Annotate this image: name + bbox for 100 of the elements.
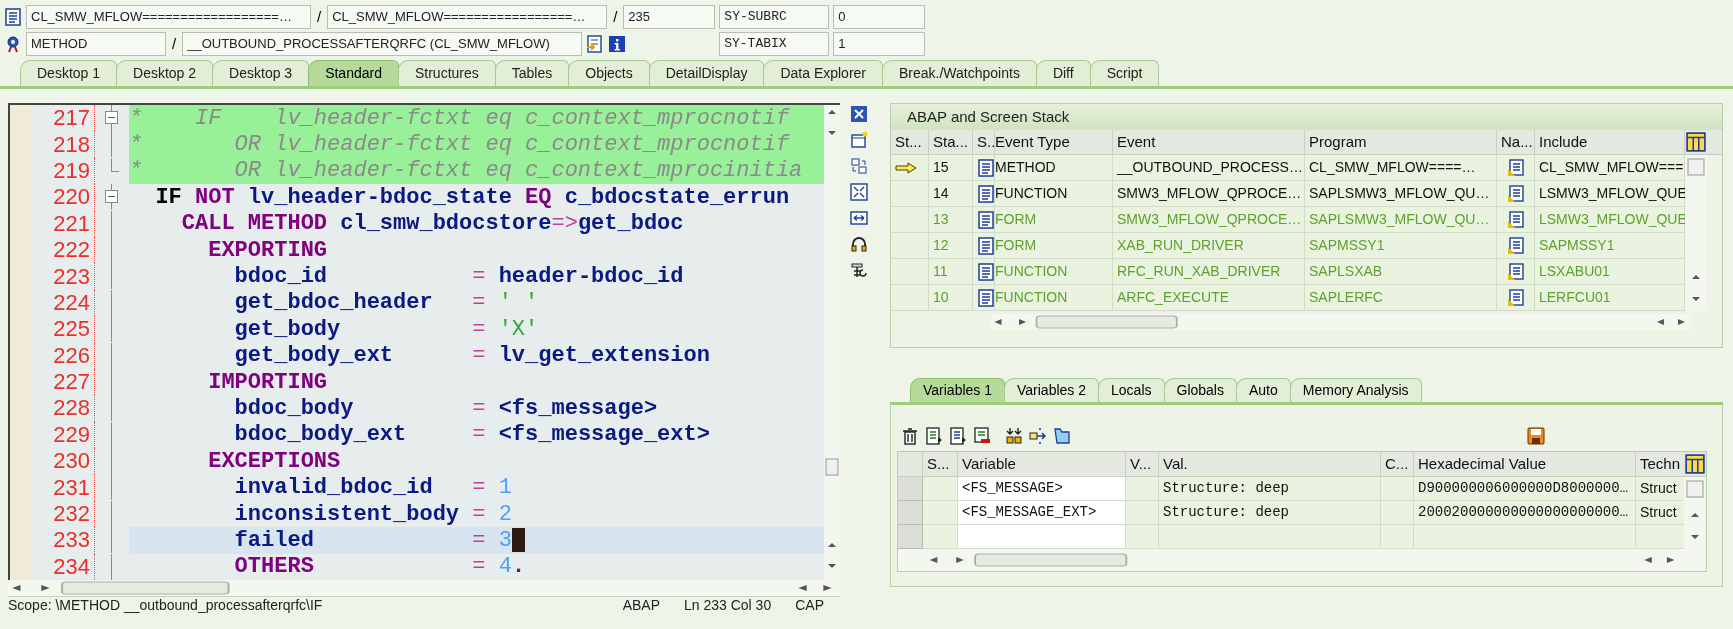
table-cell: Struct — [1636, 501, 1684, 525]
line-number: 232 — [52, 503, 91, 526]
tab[interactable]: Standard — [308, 60, 399, 86]
document-icon[interactable] — [949, 427, 967, 445]
table-cell: <FS_MESSAGE_EXT> — [958, 501, 1126, 525]
text-field[interactable]: SY-TABIX — [719, 32, 830, 56]
code-line: EXCEPTIONS — [207, 448, 342, 475]
table-cell: FUNCTION — [995, 285, 1113, 311]
tab[interactable]: Memory Analysis — [1289, 378, 1422, 402]
line-number: 226 — [52, 344, 91, 367]
code-line: bdoc_id = header-bdoc_id — [233, 263, 685, 290]
headset-icon[interactable] — [850, 235, 868, 253]
new-window-icon[interactable] — [850, 131, 868, 149]
line-number: 229 — [52, 423, 91, 446]
arrow-icon — [895, 161, 917, 174]
close-icon[interactable] — [850, 105, 868, 123]
tab[interactable]: Objects — [568, 60, 650, 86]
table-cell — [1636, 525, 1684, 549]
table-cell: ARFC_EXECUTE — [1113, 285, 1305, 311]
width-icon[interactable] — [850, 209, 868, 227]
tab[interactable]: DetailDisplay — [648, 60, 765, 86]
info-icon[interactable] — [608, 35, 627, 53]
sort-icon[interactable] — [1005, 427, 1023, 445]
text-field[interactable]: SY-SUBRC — [719, 5, 830, 29]
tab[interactable]: Structures — [397, 60, 496, 86]
horizontal-scrollbar[interactable] — [8, 580, 840, 597]
table-cell: <FS_MESSAGE> — [958, 477, 1126, 501]
column-header[interactable]: Techn — [1636, 452, 1684, 476]
column-header[interactable]: Hexadecimal Value — [1414, 452, 1636, 476]
scope-status: Scope: \METHOD __outbound_processafterqrfc\IF — [8, 596, 323, 616]
collapse-icon[interactable] — [105, 184, 118, 211]
swap-icon[interactable] — [850, 157, 868, 175]
document-icon — [977, 158, 995, 177]
column-header[interactable]: Program — [1305, 130, 1497, 154]
tab[interactable]: Data Explorer — [763, 60, 883, 86]
column-header[interactable]: Sta... — [929, 130, 973, 154]
text-field[interactable]: 1 — [833, 32, 926, 56]
column-header[interactable]: Variable — [958, 452, 1126, 476]
text-field[interactable]: 0 — [833, 5, 926, 29]
code-line: bdoc_body_ext = <fs_message_ext> — [233, 421, 711, 449]
tab[interactable]: Auto — [1235, 378, 1291, 402]
code-editor[interactable] — [8, 103, 840, 581]
tab[interactable]: Desktop 2 — [116, 60, 214, 86]
table-cell: Structure: deep — [1159, 477, 1381, 501]
tab[interactable]: Desktop 1 — [20, 60, 118, 86]
column-header[interactable]: S... — [923, 452, 958, 476]
collapse-icon[interactable] — [105, 105, 118, 131]
vertical-scrollbar[interactable] — [824, 105, 840, 580]
vertical-scrollbar[interactable] — [1685, 155, 1707, 311]
separator-slash: / — [612, 6, 619, 27]
text-field[interactable]: METHOD — [26, 32, 166, 56]
separator-slash: / — [171, 33, 178, 54]
code-line: invalid_bdoc_id = 1 — [233, 474, 513, 501]
move-icon[interactable] — [1029, 427, 1047, 445]
text-field[interactable]: 235 — [623, 5, 716, 29]
document-icon — [977, 288, 995, 307]
document-icon[interactable] — [925, 427, 943, 445]
horizontal-scrollbar[interactable] — [991, 314, 1692, 330]
line-number: 223 — [52, 265, 91, 288]
column-header[interactable]: S.. — [973, 130, 995, 154]
tab[interactable]: Globals — [1163, 378, 1237, 402]
tab[interactable]: Script — [1089, 60, 1160, 86]
document-icon — [977, 236, 995, 255]
cursor-position: Ln 233 Col 30 — [684, 596, 772, 616]
table-cell — [923, 501, 958, 525]
code-line: inconsistent_body = 2 — [233, 500, 513, 528]
column-header[interactable]: Na... — [1497, 130, 1535, 154]
folder-icon[interactable] — [1053, 427, 1071, 445]
tab[interactable]: Diff — [1035, 60, 1091, 86]
save-icon[interactable] — [1527, 427, 1545, 445]
language-status: ABAP — [622, 596, 660, 616]
tab[interactable]: Break./Watchpoints — [882, 60, 1037, 86]
column-settings-icon[interactable] — [1686, 132, 1706, 152]
line-number: 233 — [52, 529, 91, 552]
tab[interactable]: Variables 1 — [910, 378, 1005, 402]
text-field[interactable]: __OUTBOUND_PROCESSAFTERQRFC (CL_SMW_MFLOW) — [182, 32, 583, 56]
table-cell: Struct — [1636, 477, 1684, 501]
delete-icon[interactable] — [901, 427, 919, 445]
column-header[interactable]: Val. — [1159, 452, 1381, 476]
fullscreen-icon[interactable] — [850, 183, 868, 201]
table-cell: Structure: deep — [1159, 501, 1381, 525]
column-header[interactable]: Include — [1535, 130, 1685, 154]
tab[interactable]: Locals — [1098, 378, 1165, 402]
panel-title: ABAP and Screen Stack — [891, 104, 1722, 130]
navigate-icon[interactable] — [586, 35, 605, 53]
text-field[interactable]: CL_SMW_MFLOW=================… — [327, 5, 608, 29]
line-number: 225 — [52, 318, 91, 341]
column-settings-icon[interactable] — [1685, 454, 1705, 474]
column-header[interactable]: C... — [1381, 452, 1414, 476]
document-icon — [977, 262, 995, 281]
tab[interactable]: Variables 2 — [1004, 378, 1100, 402]
code-line: EXPORTING — [207, 236, 329, 264]
tab[interactable]: Desktop 3 — [212, 60, 310, 86]
column-header[interactable]: Event — [1113, 130, 1305, 154]
tab[interactable]: Tables — [494, 60, 570, 86]
column-header[interactable]: V... — [1126, 452, 1159, 476]
text-field[interactable]: CL_SMW_MFLOW==================… — [26, 5, 311, 29]
column-header[interactable]: Event Type — [995, 130, 1113, 154]
tools-icon[interactable] — [850, 261, 868, 279]
column-header[interactable]: St... — [891, 130, 929, 154]
